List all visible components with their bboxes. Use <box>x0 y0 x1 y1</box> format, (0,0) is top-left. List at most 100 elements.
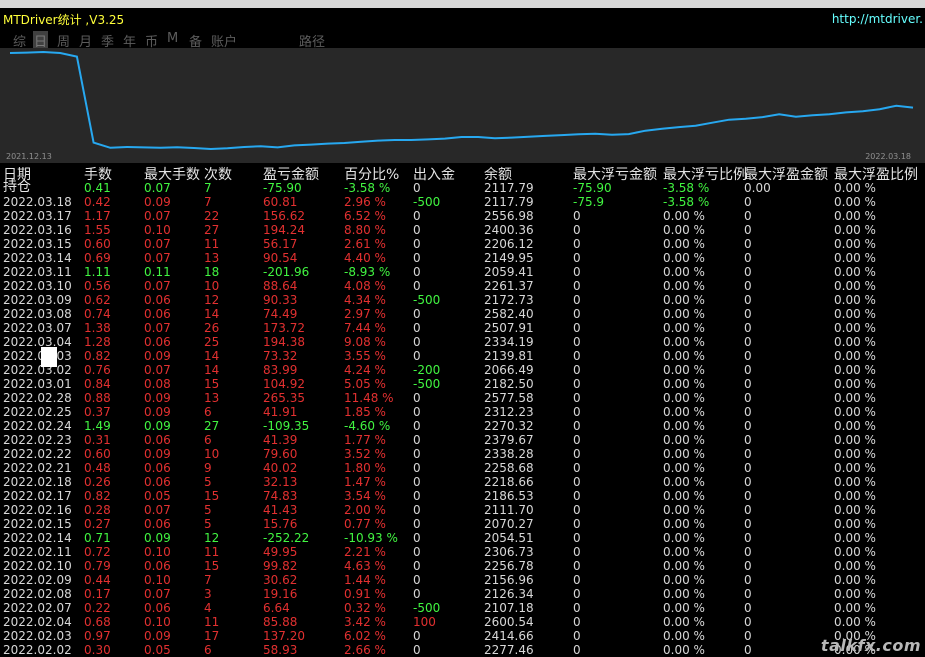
cell-lots: 0.31 <box>84 433 111 447</box>
cell-lots: 1.28 <box>84 335 111 349</box>
cell-max-float-loss-pct: 0.00 % <box>663 363 705 377</box>
cell-max-float-profit: 0 <box>744 279 752 293</box>
cell-pl: -109.35 <box>263 419 310 433</box>
cell-date: 2022.02.23 <box>3 433 72 447</box>
cell-max-float-profit-pct: 0.00 % <box>834 279 876 293</box>
cell-lots: 1.17 <box>84 209 111 223</box>
cell-pl: 40.02 <box>263 461 298 475</box>
cell-max-float-loss: 0 <box>573 209 581 223</box>
cell-lots: 0.22 <box>84 601 111 615</box>
cell-max-float-loss-pct: 0.00 % <box>663 601 705 615</box>
cell-max-float-profit-pct: 0.00 % <box>834 391 876 405</box>
cell-flow: 0 <box>413 335 421 349</box>
cell-max-float-profit-pct: 0.00 % <box>834 209 876 223</box>
cell-max-float-loss-pct: 0.00 % <box>663 475 705 489</box>
cell-pl: 49.95 <box>263 545 298 559</box>
cell-count: 27 <box>204 223 220 237</box>
cell-max-float-profit-pct: 0.00 % <box>834 195 876 209</box>
cell-max-lots: 0.09 <box>144 391 171 405</box>
cell-max-float-loss: 0 <box>573 517 581 531</box>
cell-count: 22 <box>204 209 220 223</box>
cell-max-float-profit: 0 <box>744 419 752 433</box>
table-row: 2022.03.03 0.82 0.09 14 73.32 3.55 % 0 2139.81 0… <box>0 349 925 363</box>
cell-date: 2022.02.16 <box>3 503 72 517</box>
table-row: 2022.02.04 0.68 0.10 11 85.88 3.42 % 100 2600.5… <box>0 615 925 629</box>
table-row: 2022.03.17 1.17 0.07 22 156.62 6.52 % 0 2556.98… <box>0 209 925 223</box>
table-row: 2022.02.28 0.88 0.09 13 265.35 11.48 % 0 2577.5… <box>0 391 925 405</box>
chart-end-date: 2022.03.18 <box>865 152 911 161</box>
cell-lots: 0.88 <box>84 391 111 405</box>
cell-pl: 58.93 <box>263 643 298 657</box>
cell-date: 2022.02.09 <box>3 573 72 587</box>
cell-pct: 3.52 % <box>344 447 386 461</box>
cell-max-float-profit-pct: 0.00 % <box>834 293 876 307</box>
cell-date: 2022.03.18 <box>3 195 72 209</box>
cell-balance: 2312.23 <box>484 405 534 419</box>
cell-count: 25 <box>204 335 220 349</box>
balance-chart-svg <box>9 50 914 151</box>
chart-start-date: 2021.12.13 <box>6 152 52 161</box>
cell-max-lots: 0.10 <box>144 615 171 629</box>
cell-pl: 99.82 <box>263 559 298 573</box>
cell-max-lots: 0.09 <box>144 629 171 643</box>
watermark-logo: talkfx.com <box>820 636 921 655</box>
cell-date: 2022.02.02 <box>3 643 72 657</box>
table-row: 2022.02.21 0.48 0.06 9 40.02 1.80 % 0 2258.68 0 0… <box>0 461 925 475</box>
cell-max-float-profit-pct: 0.00 % <box>834 419 876 433</box>
cell-max-float-profit-pct: 0.00 % <box>834 433 876 447</box>
cell-pct: 2.61 % <box>344 237 386 251</box>
cell-date: 2022.02.21 <box>3 461 72 475</box>
cell-flow: 0 <box>413 531 421 545</box>
cell-count: 7 <box>204 195 212 209</box>
cell-flow: 0 <box>413 419 421 433</box>
cell-max-float-profit: 0 <box>744 209 752 223</box>
cell-max-float-profit-pct: 0.00 % <box>834 237 876 251</box>
cell-max-float-profit: 0 <box>744 615 752 629</box>
cell-date: 2022.02.03 <box>3 629 72 643</box>
cell-date: 2022.03.09 <box>3 293 72 307</box>
app-url-link[interactable]: http://mtdriver. <box>832 12 923 26</box>
cell-date: 2022.02.10 <box>3 559 72 573</box>
cell-date: 2022.02.24 <box>3 419 72 433</box>
cell-pl: 79.60 <box>263 447 298 461</box>
cell-pct: 5.05 % <box>344 377 386 391</box>
cell-max-float-profit-pct: 0.00 % <box>834 517 876 531</box>
cell-flow: 0 <box>413 503 421 517</box>
cell-balance: 2054.51 <box>484 531 534 545</box>
cell-max-float-loss-pct: 0.00 % <box>663 251 705 265</box>
cell-pl: 265.35 <box>263 391 305 405</box>
cell-max-float-profit: 0 <box>744 349 752 363</box>
cell-max-float-profit: 0 <box>744 489 752 503</box>
cell-flow: 0 <box>413 237 421 251</box>
cell-max-lots: 0.07 <box>144 237 171 251</box>
cell-count: 10 <box>204 279 220 293</box>
cell-max-float-loss-pct: 0.00 % <box>663 587 705 601</box>
cell-max-lots: 0.07 <box>144 181 171 195</box>
cell-lots: 0.41 <box>84 181 111 195</box>
cell-pct: 0.32 % <box>344 601 386 615</box>
tab-m[interactable]: M <box>167 31 178 46</box>
cell-pl: 41.91 <box>263 405 298 419</box>
cell-max-float-profit: 0 <box>744 517 752 531</box>
cell-pl: 156.62 <box>263 209 305 223</box>
cell-max-float-profit: 0 <box>744 643 752 657</box>
cell-balance: 2379.67 <box>484 433 534 447</box>
cell-max-float-profit: 0.00 <box>744 181 771 195</box>
cell-flow: 0 <box>413 391 421 405</box>
cell-pl: 73.32 <box>263 349 298 363</box>
cell-lots: 0.82 <box>84 489 111 503</box>
cell-flow: 0 <box>413 433 421 447</box>
cell-count: 13 <box>204 251 220 265</box>
cell-date: 2022.02.17 <box>3 489 72 503</box>
cell-date: 2022.03.01 <box>3 377 72 391</box>
cell-count: 4 <box>204 601 212 615</box>
cell-balance: 2600.54 <box>484 615 534 629</box>
cell-max-float-loss-pct: -3.58 % <box>663 195 710 209</box>
cell-lots: 1.55 <box>84 223 111 237</box>
cell-count: 15 <box>204 489 220 503</box>
period-tabs: 综 日 周 月 季 年 币 M 备 账户 路径 <box>0 30 925 50</box>
cell-balance: 2139.81 <box>484 349 534 363</box>
cell-pl: 30.62 <box>263 573 298 587</box>
cell-max-float-loss: 0 <box>573 265 581 279</box>
cell-flow: 0 <box>413 629 421 643</box>
